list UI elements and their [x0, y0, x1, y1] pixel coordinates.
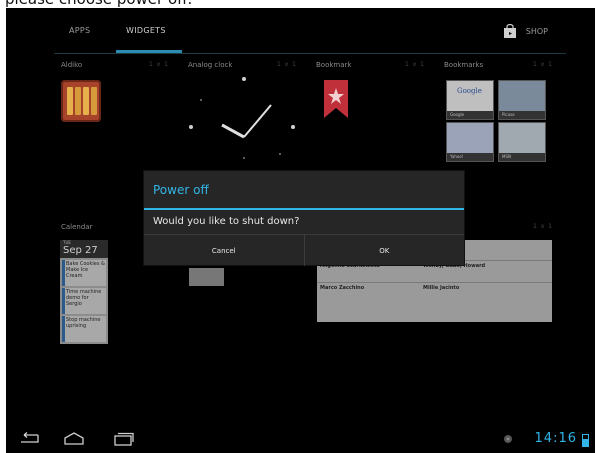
- calendar-date: Sep 27: [63, 245, 98, 256]
- bookmark-thumb[interactable]: MSN: [498, 122, 546, 162]
- calendar-event[interactable]: Time machine demo for Sergio: [62, 288, 106, 314]
- home-icon[interactable]: [63, 432, 85, 446]
- bookmark-thumb-caption: Picasa: [499, 111, 545, 119]
- tab-selected-indicator: [116, 50, 182, 53]
- system-bar: 14:16: [6, 428, 595, 453]
- calendar-event[interactable]: Bake Cookies & Make Ice Cream: [62, 260, 106, 286]
- top-tab-bar: APPS WIDGETS SHOP: [54, 16, 566, 54]
- widget-label-bookmark: Bookmark: [316, 61, 352, 69]
- recent-apps-icon[interactable]: [112, 432, 134, 446]
- status-time[interactable]: 14:16: [535, 431, 577, 446]
- mail-row-sender: Marco Zacchino: [320, 285, 365, 291]
- tablet-screen: APPS WIDGETS SHOP Aldiko 1 x 1 Analog cl…: [6, 8, 595, 453]
- widget-preview-tile: [189, 268, 224, 286]
- instruction-caption: please choose power off.: [5, 0, 192, 8]
- notification-icon[interactable]: [503, 434, 513, 444]
- widget-size-analog-clock: 1 x 1: [277, 61, 297, 68]
- bookmark-thumb-caption: MSN: [499, 153, 545, 161]
- shop-button[interactable]: SHOP: [503, 24, 548, 38]
- bookmark-thumb[interactable]: Yahoo!: [446, 122, 494, 162]
- bookmark-thumb-caption: Google: [447, 111, 493, 119]
- bookmark-thumb-caption: Yahoo!: [447, 153, 493, 161]
- widget-size-bookmarks: 1 x 1: [533, 61, 553, 68]
- clock-hands: [221, 104, 272, 139]
- widget-label-calendar: Calendar: [61, 223, 93, 231]
- bookmark-thumb[interactable]: Google Google: [446, 80, 494, 120]
- dialog-button-row: Cancel OK: [144, 234, 464, 266]
- tab-apps[interactable]: APPS: [69, 26, 90, 35]
- cancel-button[interactable]: Cancel: [144, 235, 304, 266]
- calendar-event[interactable]: Stop machine uprising: [62, 316, 106, 342]
- shopping-bag-icon: [503, 24, 516, 38]
- mail-row-sender: Millie Jacinto: [423, 285, 460, 291]
- bookmark-ribbon-icon[interactable]: [322, 80, 350, 118]
- analog-clock-widget[interactable]: [189, 73, 299, 169]
- mail-row[interactable]: Millie Jacinto: [420, 282, 552, 302]
- dialog-message: Would you like to shut down?: [153, 216, 300, 227]
- bookmark-thumb[interactable]: Picasa: [498, 80, 546, 120]
- widget-label-bookmarks: Bookmarks: [444, 61, 484, 69]
- widget-size-bookmark: 1 x 1: [405, 61, 425, 68]
- calendar-widget[interactable]: TUE Sep 27 Bake Cookies & Make Ice Cream…: [60, 240, 108, 344]
- power-off-dialog: Power off Would you like to shut down? C…: [144, 171, 464, 266]
- widget-label-analog-clock: Analog clock: [188, 61, 233, 69]
- battery-icon: [582, 434, 589, 447]
- battery-level-fill: [583, 439, 588, 446]
- bookmark-thumb-logo: Google: [457, 87, 482, 95]
- widget-size-mail: 1 x 1: [533, 223, 553, 230]
- dialog-title: Power off: [153, 183, 209, 197]
- aldiko-bookshelf-icon[interactable]: [61, 80, 101, 122]
- widget-size-aldiko: 1 x 1: [149, 61, 169, 68]
- shop-label: SHOP: [525, 26, 548, 36]
- dialog-title-divider: [144, 208, 464, 210]
- ok-button[interactable]: OK: [303, 235, 465, 266]
- tab-widgets[interactable]: WIDGETS: [126, 26, 166, 35]
- back-icon[interactable]: [18, 432, 40, 446]
- calendar-header: TUE Sep 27: [60, 240, 108, 258]
- bookmarks-widget[interactable]: Google Google Picasa Yahoo! MSN: [446, 80, 556, 164]
- widget-label-aldiko: Aldiko: [61, 61, 83, 69]
